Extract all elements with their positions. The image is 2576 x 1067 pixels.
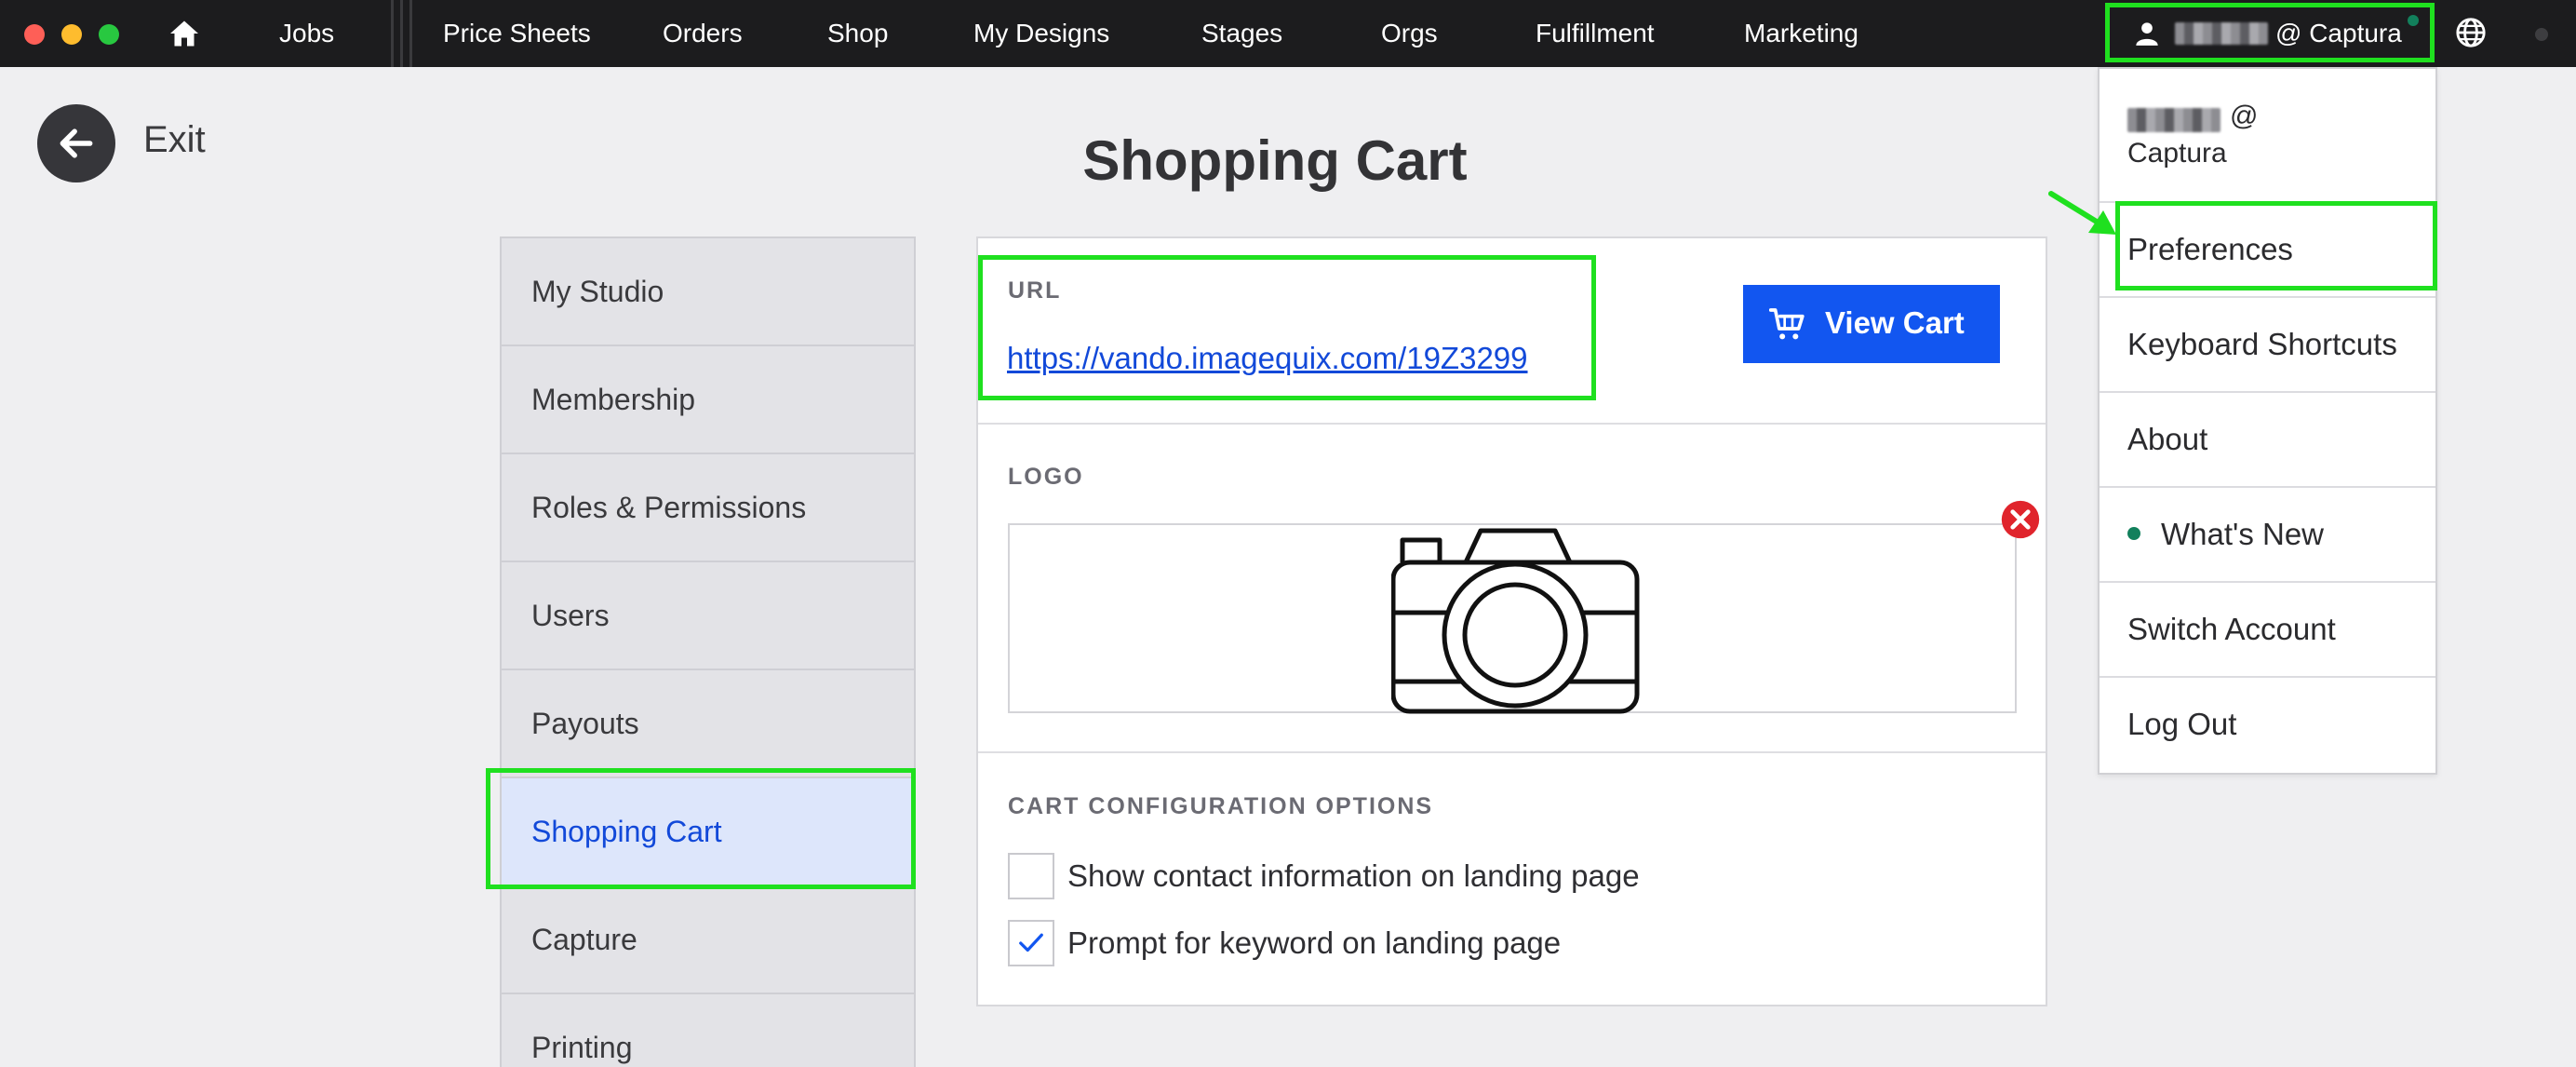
window-minimize-button[interactable] bbox=[61, 24, 82, 45]
redacted-username bbox=[2175, 22, 2268, 45]
remove-logo-icon[interactable] bbox=[2000, 499, 2041, 540]
nav-my-designs[interactable]: My Designs bbox=[973, 0, 1109, 67]
sidebar-item-users[interactable]: Users bbox=[502, 562, 914, 670]
user-account-button[interactable]: @ Captura bbox=[2105, 3, 2435, 62]
nav-orgs[interactable]: Orgs bbox=[1381, 0, 1438, 67]
nav-divider bbox=[409, 0, 412, 67]
menu-item-log-out[interactable]: Log Out bbox=[2100, 676, 2435, 771]
top-nav-bar: Jobs Price Sheets Orders Shop My Designs… bbox=[0, 0, 2576, 67]
cart-config-section-label: CART CONFIGURATION OPTIONS bbox=[1008, 793, 1434, 819]
page-title: Shopping Cart bbox=[1082, 129, 1468, 192]
user-org-label: @ Captura bbox=[2275, 19, 2402, 47]
annotation-arrow-icon bbox=[2048, 191, 2116, 235]
nav-fulfillment[interactable]: Fulfillment bbox=[1536, 0, 1655, 67]
menu-item-whats-new[interactable]: What's New bbox=[2100, 486, 2435, 581]
window-zoom-button[interactable] bbox=[99, 24, 119, 45]
view-cart-button[interactable]: View Cart bbox=[1743, 285, 2000, 363]
person-icon bbox=[2136, 22, 2158, 46]
show-contact-checkbox[interactable] bbox=[1008, 853, 1054, 899]
settings-sidebar: My Studio Membership Roles & Permissions… bbox=[500, 236, 916, 1067]
prompt-keyword-checkbox[interactable] bbox=[1008, 920, 1054, 966]
redacted-username bbox=[2127, 108, 2220, 132]
menu-item-label: What's New bbox=[2161, 517, 2325, 551]
menu-header-at: @ bbox=[2230, 101, 2259, 131]
annotation-highlight-box bbox=[2115, 201, 2437, 290]
menu-item-switch-account[interactable]: Switch Account bbox=[2100, 581, 2435, 676]
nav-marketing[interactable]: Marketing bbox=[1744, 0, 1858, 67]
annotation-highlight-box bbox=[486, 768, 916, 889]
home-icon[interactable] bbox=[168, 17, 201, 50]
sidebar-item-roles-permissions[interactable]: Roles & Permissions bbox=[502, 454, 914, 562]
sidebar-item-membership[interactable]: Membership bbox=[502, 346, 914, 454]
sidebar-item-printing[interactable]: Printing bbox=[502, 994, 914, 1067]
nav-shop[interactable]: Shop bbox=[827, 0, 888, 67]
logo-section-label: LOGO bbox=[1008, 464, 1084, 490]
window-close-button[interactable] bbox=[24, 24, 45, 45]
nav-divider bbox=[400, 0, 403, 67]
user-account-menu: @ Captura Preferences Keyboard Shortcuts… bbox=[2098, 67, 2437, 775]
section-divider bbox=[978, 423, 2046, 425]
view-cart-label: View Cart bbox=[1825, 305, 1965, 340]
cart-url-link[interactable]: https://vando.imagequix.com/19Z3299 bbox=[1007, 341, 1528, 376]
cart-icon bbox=[1769, 308, 1805, 340]
section-divider bbox=[978, 751, 2046, 753]
nav-divider bbox=[391, 0, 394, 67]
menu-item-about[interactable]: About bbox=[2100, 391, 2435, 486]
option-label: Prompt for keyword on landing page bbox=[1067, 925, 1562, 960]
camera-icon bbox=[1391, 528, 1640, 714]
sidebar-item-my-studio[interactable]: My Studio bbox=[502, 238, 914, 346]
url-section-label: URL bbox=[1008, 277, 1062, 304]
checkmark-icon bbox=[1019, 933, 1043, 952]
notification-dot bbox=[2408, 15, 2419, 26]
menu-header-org: Captura bbox=[2127, 138, 2227, 169]
globe-icon[interactable] bbox=[2455, 17, 2487, 48]
menu-item-keyboard-shortcuts[interactable]: Keyboard Shortcuts bbox=[2100, 296, 2435, 391]
sidebar-item-payouts[interactable]: Payouts bbox=[502, 670, 914, 778]
logo-preview[interactable] bbox=[1008, 523, 2017, 714]
exit-label[interactable]: Exit bbox=[143, 119, 206, 161]
nav-orders[interactable]: Orders bbox=[663, 0, 743, 67]
nav-price-sheets[interactable]: Price Sheets bbox=[443, 0, 591, 67]
exit-button[interactable] bbox=[37, 104, 115, 182]
sidebar-item-capture[interactable]: Capture bbox=[502, 886, 914, 994]
nav-jobs[interactable]: Jobs bbox=[279, 0, 334, 67]
arrow-left-icon bbox=[60, 128, 93, 158]
shopping-cart-settings-card: URL https://vando.imagequix.com/19Z3299 … bbox=[976, 236, 2047, 1006]
annotation-highlight-box bbox=[978, 255, 1596, 400]
window-dot bbox=[2535, 28, 2548, 41]
option-label: Show contact information on landing page bbox=[1067, 858, 1640, 893]
nav-stages[interactable]: Stages bbox=[1201, 0, 1282, 67]
new-indicator-dot bbox=[2127, 527, 2140, 541]
